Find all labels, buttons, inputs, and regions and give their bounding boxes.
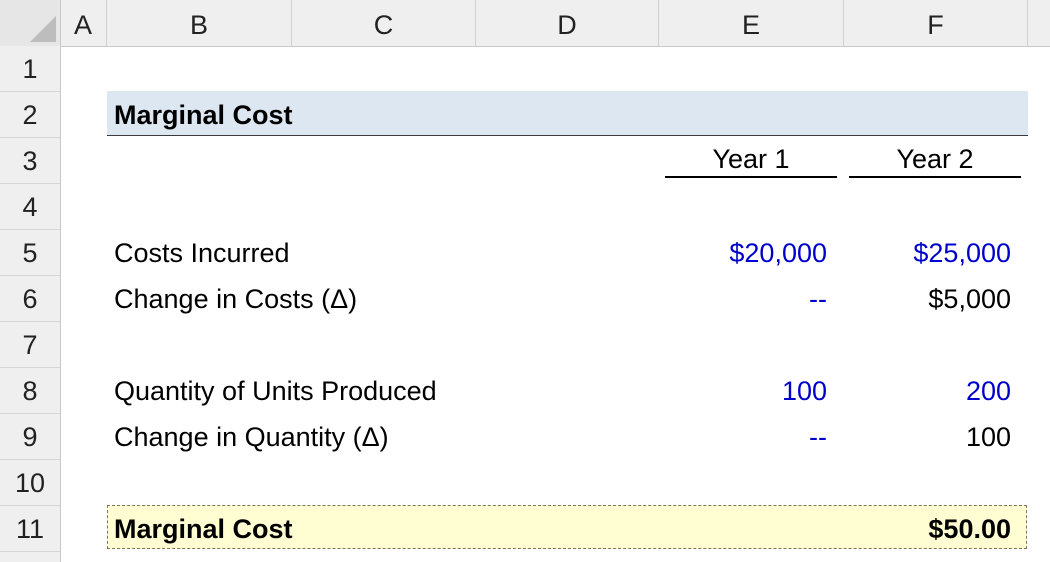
row-header-10[interactable]: 10 <box>0 460 60 506</box>
row-header-9[interactable]: 9 <box>0 414 60 460</box>
column-header-d[interactable]: D <box>476 0 659 46</box>
quantity-label[interactable]: Quantity of Units Produced <box>114 368 437 414</box>
year-2-underline <box>849 176 1021 178</box>
change-quantity-year-1[interactable]: -- <box>660 414 827 460</box>
table-title[interactable]: Marginal Cost <box>114 92 293 138</box>
quantity-year-2[interactable]: 200 <box>844 368 1011 414</box>
quantity-year-1[interactable]: 100 <box>660 368 827 414</box>
change-costs-label[interactable]: Change in Costs (Δ) <box>114 276 357 322</box>
select-all-triangle-icon <box>30 16 56 42</box>
column-header-c[interactable]: C <box>292 0 476 46</box>
row-header-5[interactable]: 5 <box>0 230 60 276</box>
row-header-6[interactable]: 6 <box>0 276 60 322</box>
spreadsheet: A B C D E F 1 2 3 4 5 6 7 8 9 10 11 Marg… <box>0 0 1050 562</box>
change-quantity-year-2[interactable]: 100 <box>844 414 1011 460</box>
row-header-2[interactable]: 2 <box>0 92 60 138</box>
column-header-bar: A B C D E F <box>0 0 1050 47</box>
column-header-b[interactable]: B <box>107 0 292 46</box>
year-1-underline <box>665 176 837 178</box>
change-costs-year-1[interactable]: -- <box>660 276 827 322</box>
costs-incurred-label[interactable]: Costs Incurred <box>114 230 290 276</box>
costs-incurred-year-1[interactable]: $20,000 <box>660 230 827 276</box>
select-all-button[interactable] <box>0 0 61 46</box>
row-header-8[interactable]: 8 <box>0 368 60 414</box>
column-header-a[interactable]: A <box>60 0 107 46</box>
row-header-3[interactable]: 3 <box>0 138 60 184</box>
row-header-1[interactable]: 1 <box>0 46 60 92</box>
column-header-f[interactable]: F <box>844 0 1028 46</box>
row-header-bar: 1 2 3 4 5 6 7 8 9 10 11 <box>0 46 61 562</box>
change-costs-year-2[interactable]: $5,000 <box>844 276 1011 322</box>
costs-incurred-year-2[interactable]: $25,000 <box>844 230 1011 276</box>
column-header-e[interactable]: E <box>659 0 844 46</box>
marginal-cost-label[interactable]: Marginal Cost <box>114 506 293 552</box>
row-header-7[interactable]: 7 <box>0 322 60 368</box>
marginal-cost-value[interactable]: $50.00 <box>844 506 1011 552</box>
change-quantity-label[interactable]: Change in Quantity (Δ) <box>114 414 389 460</box>
row-header-11[interactable]: 11 <box>0 506 60 552</box>
row-header-4[interactable]: 4 <box>0 184 60 230</box>
